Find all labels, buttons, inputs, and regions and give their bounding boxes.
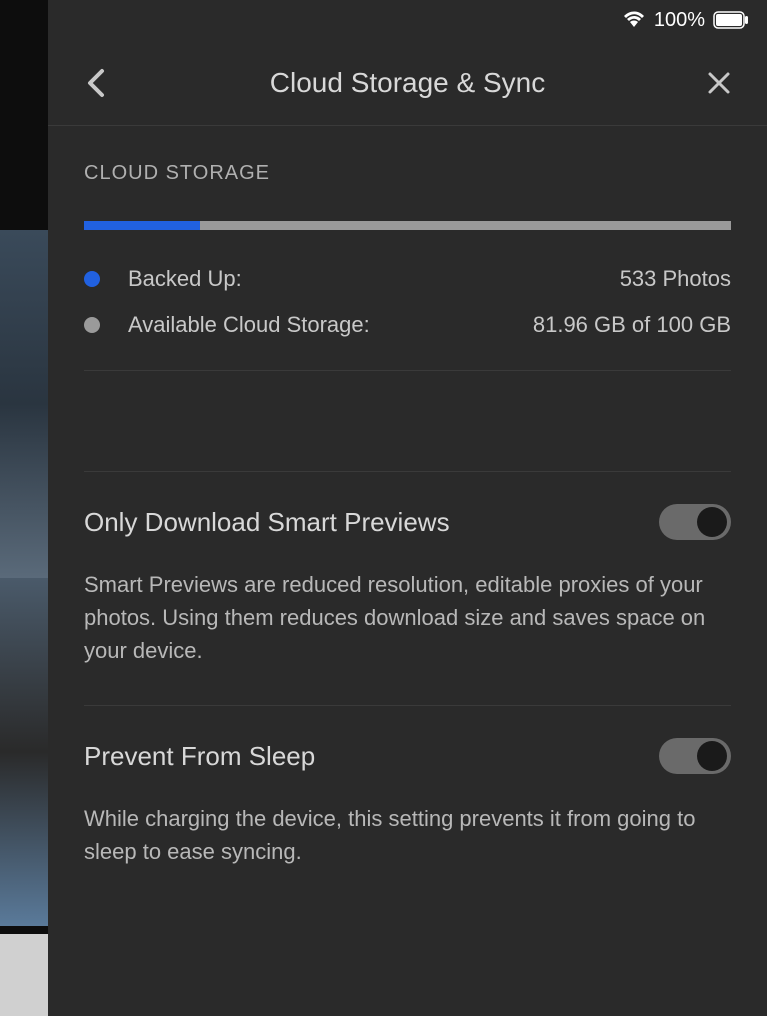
background-photo-strip: [0, 0, 48, 1016]
thumbnail: [0, 934, 48, 1016]
storage-progress-bar: [84, 221, 731, 230]
divider: [84, 471, 731, 472]
toggle-knob: [697, 741, 727, 771]
toggle-knob: [697, 507, 727, 537]
content-area: CLOUD STORAGE Backed Up: 533 Photos Avai…: [48, 126, 767, 906]
close-button[interactable]: [703, 67, 735, 99]
prevent-sleep-title: Prevent From Sleep: [84, 741, 315, 772]
backed-up-label: Backed Up:: [128, 266, 242, 292]
settings-panel: 100% Cloud Storage & Sync CLOUD STORAGE …: [48, 0, 767, 1016]
dot-icon: [84, 317, 100, 333]
page-title: Cloud Storage & Sync: [112, 67, 703, 99]
legend-available: Available Cloud Storage: 81.96 GB of 100…: [84, 312, 731, 338]
prevent-sleep-toggle[interactable]: [659, 738, 731, 774]
status-bar: 100%: [48, 0, 767, 40]
prevent-sleep-description: While charging the device, this setting …: [84, 802, 731, 868]
legend-backed-up: Backed Up: 533 Photos: [84, 266, 731, 292]
battery-icon: [713, 11, 749, 29]
divider: [84, 705, 731, 706]
thumbnail: [0, 230, 48, 578]
available-value: 81.96 GB of 100 GB: [533, 312, 731, 338]
setting-prevent-sleep: Prevent From Sleep: [84, 738, 731, 774]
storage-progress-fill: [84, 221, 200, 230]
back-button[interactable]: [80, 67, 112, 99]
setting-smart-previews: Only Download Smart Previews: [84, 504, 731, 540]
battery-percent: 100%: [654, 9, 705, 32]
backed-up-value: 533 Photos: [620, 266, 731, 292]
header: Cloud Storage & Sync: [48, 40, 767, 126]
wifi-icon: [622, 9, 646, 32]
thumbnail: [0, 578, 48, 926]
section-header-cloud-storage: CLOUD STORAGE: [84, 162, 731, 185]
smart-previews-description: Smart Previews are reduced resolution, e…: [84, 568, 731, 667]
smart-previews-title: Only Download Smart Previews: [84, 507, 450, 538]
spacer: [84, 371, 731, 439]
dot-icon: [84, 271, 100, 287]
smart-previews-toggle[interactable]: [659, 504, 731, 540]
available-label: Available Cloud Storage:: [128, 312, 370, 338]
